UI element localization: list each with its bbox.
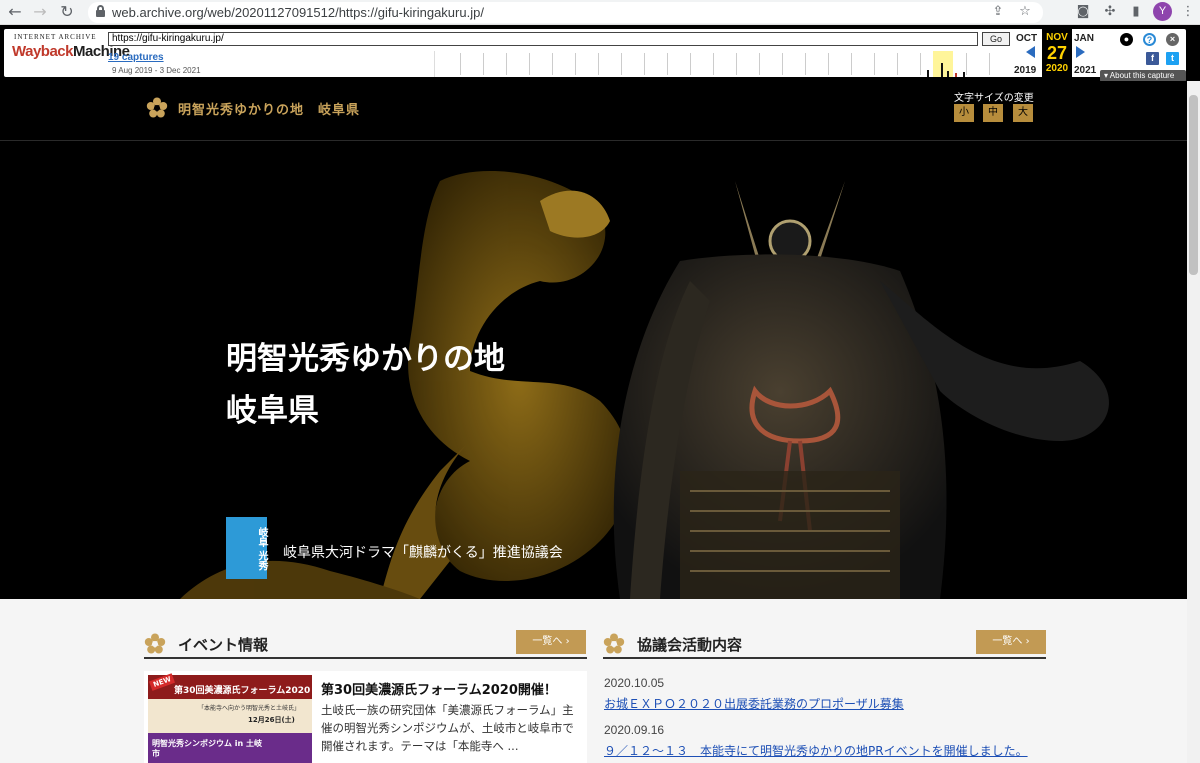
news-link[interactable]: お城ＥＸＰＯ２０２０出展委託業務のプロポーザル募集 bbox=[604, 695, 904, 712]
event-card[interactable]: NEW 第30回美濃源氏フォーラム2020 「本能寺へ向かう明智光秀と土岐氏」 … bbox=[144, 671, 587, 763]
address-bar[interactable]: web.archive.org/web/20201127091512/https… bbox=[88, 2, 1043, 23]
kikyo-crest-icon bbox=[603, 633, 625, 654]
current-month: NOV bbox=[1046, 32, 1068, 43]
browser-toolbar: ← → ↻ web.archive.org/web/20201127091512… bbox=[0, 0, 1200, 25]
event-title[interactable]: 第30回美濃源氏フォーラム2020開催！ bbox=[321, 679, 557, 698]
prev-year[interactable]: 2019 bbox=[1014, 65, 1036, 76]
url-text: web.archive.org/web/20201127091512/https… bbox=[112, 5, 484, 20]
lock-icon bbox=[96, 5, 105, 17]
back-icon[interactable]: ← bbox=[6, 3, 24, 21]
prev-month[interactable]: OCT bbox=[1016, 33, 1037, 44]
hero-subtitle: 岐阜県大河ドラマ「麒麟がくる」推進協議会 bbox=[283, 545, 563, 561]
armor-artwork bbox=[613, 181, 1109, 599]
thumbnail-title: 第30回美濃源氏フォーラム2020 bbox=[174, 686, 311, 696]
capture-sparkline[interactable] bbox=[434, 51, 1004, 77]
extensions-icon[interactable]: ✣ bbox=[1102, 4, 1118, 20]
close-icon[interactable]: × bbox=[1166, 33, 1179, 46]
hero-title-line2: 岐阜県 bbox=[226, 393, 319, 429]
activities-section-title: 協議会活動内容 bbox=[637, 636, 743, 654]
events-more-button[interactable]: 一覧へ › bbox=[516, 630, 586, 654]
next-year[interactable]: 2021 bbox=[1074, 65, 1096, 76]
current-day: 27 bbox=[1046, 43, 1068, 63]
activities-more-button[interactable]: 一覧へ › bbox=[976, 630, 1046, 654]
page-scrollbar[interactable] bbox=[1187, 81, 1200, 763]
site-title[interactable]: 明智光秀ゆかりの地 岐阜県 bbox=[178, 99, 360, 118]
event-description: 土岐氏一族の研究団体「美濃源氏フォーラム」主催の明智光秀シンポジウムが、土岐市と… bbox=[321, 703, 574, 753]
forward-icon[interactable]: → bbox=[31, 3, 49, 21]
thumbnail-date: 12月26日(土) bbox=[248, 716, 295, 724]
news-date: 2020.10.05 bbox=[604, 676, 665, 690]
reload-icon[interactable]: ↻ bbox=[58, 3, 76, 21]
hero-banner: 明智光秀ゆかりの地 岐阜県 岐阜 光秀 岐阜県大河ドラマ「麒麟がくる」推進協議会 bbox=[0, 141, 1187, 599]
hero-title: 明智光秀ゆかりの地 岐阜県 bbox=[226, 333, 505, 437]
hero-title-line1: 明智光秀ゆかりの地 bbox=[226, 341, 505, 377]
font-size-small-button[interactable]: 小 bbox=[954, 104, 974, 122]
thumbnail-subtitle: 「本能寺へ向かう明智光秀と土岐氏」 bbox=[198, 705, 301, 712]
current-year: 2020 bbox=[1045, 63, 1069, 74]
camera-icon[interactable]: ◙ bbox=[1075, 4, 1091, 20]
hero-artwork bbox=[180, 171, 1109, 599]
wayback-panel: INTERNET ARCHIVE WaybackMachine https://… bbox=[4, 29, 1186, 82]
current-capture: NOV 27 2020 bbox=[1042, 29, 1072, 81]
site-header: 明智光秀ゆかりの地 岐阜県 文字サイズの変更 小 中 大 bbox=[0, 81, 1187, 141]
new-badge: NEW bbox=[149, 673, 176, 691]
scrollbar-thumb[interactable] bbox=[1189, 95, 1198, 275]
thumbnail-bottom-title: 明智光秀シンポジウム in 土岐市 bbox=[152, 739, 263, 758]
kikyo-crest-icon bbox=[144, 633, 166, 654]
font-size-medium-button[interactable]: 中 bbox=[983, 104, 1003, 122]
wayback-logo-word-a: Wayback bbox=[12, 43, 73, 60]
next-month[interactable]: JAN bbox=[1074, 33, 1094, 44]
next-capture-icon[interactable] bbox=[1076, 46, 1085, 58]
wayback-logo-top: INTERNET ARCHIVE bbox=[14, 33, 97, 41]
about-capture-label: About this capture bbox=[1109, 71, 1175, 80]
wayback-toolbar: INTERNET ARCHIVE WaybackMachine https://… bbox=[0, 25, 1200, 82]
facebook-icon[interactable]: f bbox=[1146, 52, 1159, 65]
bookmark-star-icon[interactable]: ☆ bbox=[1017, 4, 1033, 20]
menu-icon[interactable]: ⋮ bbox=[1180, 4, 1196, 20]
captures-link[interactable]: 19 captures bbox=[108, 52, 164, 63]
account-icon[interactable]: ● bbox=[1120, 33, 1133, 46]
sidepanel-icon[interactable]: ▮ bbox=[1128, 4, 1144, 20]
kikyo-crest-icon bbox=[146, 97, 168, 118]
share-icon[interactable]: ⇪ bbox=[990, 4, 1006, 20]
main-content: イベント情報 一覧へ › NEW 第30回美濃源氏フォーラム2020 「本能寺へ… bbox=[0, 599, 1187, 763]
prev-capture-icon[interactable] bbox=[1026, 46, 1035, 58]
avatar[interactable]: Y bbox=[1153, 2, 1172, 21]
help-icon[interactable]: ? bbox=[1143, 33, 1156, 46]
council-logo: 岐阜 光秀 bbox=[226, 517, 267, 579]
twitter-icon[interactable]: t bbox=[1166, 52, 1179, 65]
capture-date-range: 9 Aug 2019 - 3 Dec 2021 bbox=[112, 66, 201, 75]
news-link[interactable]: ９／１２～１３ 本能寺にて明智光秀ゆかりの地PRイベントを開催しました。 bbox=[604, 742, 1028, 759]
events-section-title: イベント情報 bbox=[178, 636, 269, 654]
event-thumbnail[interactable]: NEW 第30回美濃源氏フォーラム2020 「本能寺へ向かう明智光秀と土岐氏」 … bbox=[148, 673, 312, 763]
council-logo-text: 岐阜 光秀 bbox=[256, 527, 267, 571]
font-size-label: 文字サイズの変更 bbox=[954, 93, 1034, 104]
wayback-url-input[interactable]: https://gifu-kiringakuru.jp/ bbox=[108, 32, 978, 46]
wayback-go-button[interactable]: Go bbox=[982, 32, 1010, 46]
font-size-large-button[interactable]: 大 bbox=[1013, 104, 1033, 122]
news-date: 2020.09.16 bbox=[604, 723, 665, 737]
wayback-logo[interactable]: WaybackMachine bbox=[12, 43, 130, 69]
